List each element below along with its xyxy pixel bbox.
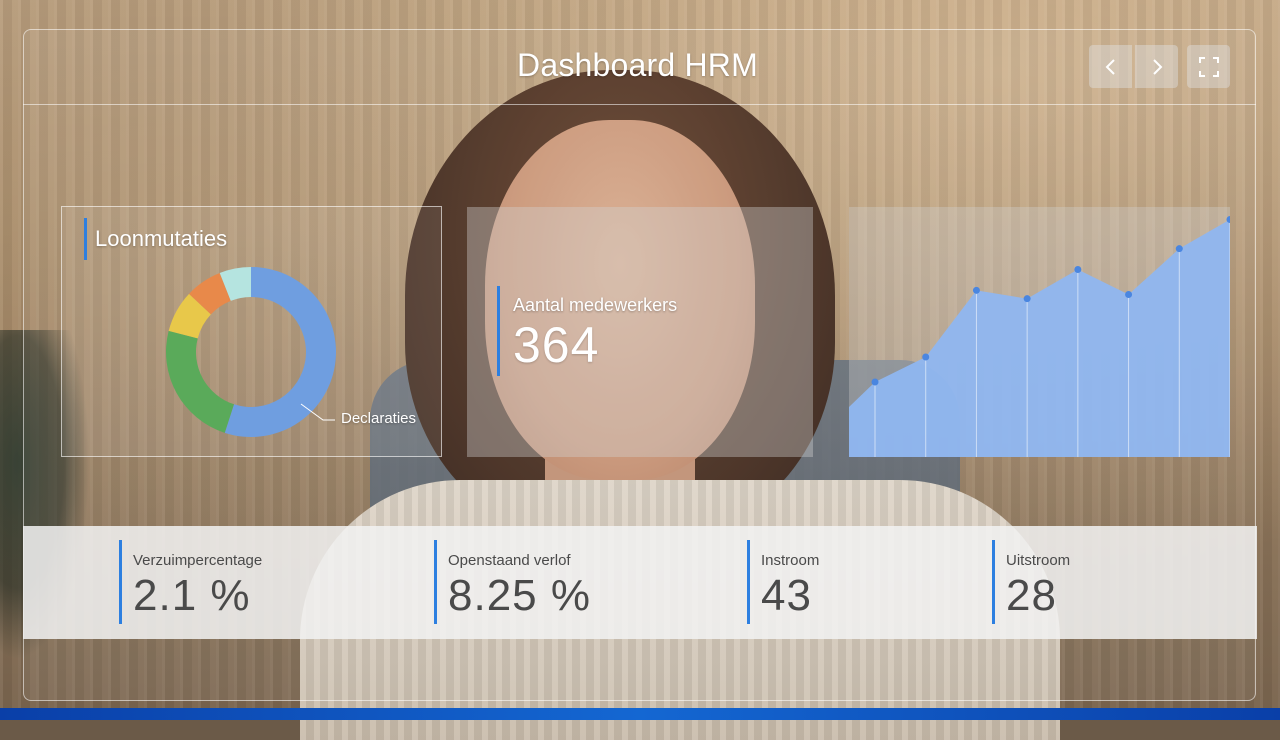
kpi-value: 2.1 % <box>133 571 251 620</box>
kpi-instroom[interactable]: Instroom 43 <box>747 540 977 624</box>
data-point[interactable] <box>1023 295 1031 303</box>
kpi-verlof[interactable]: Openstaand verlof 8.25 % <box>434 540 734 624</box>
medewerkers-label: Aantal medewerkers <box>513 295 678 315</box>
next-button[interactable] <box>1135 45 1178 88</box>
chevron-left-icon <box>1105 58 1115 75</box>
data-point[interactable] <box>922 353 930 361</box>
data-point[interactable] <box>871 378 879 386</box>
data-point[interactable] <box>1175 245 1183 253</box>
page-title: Dashboard HRM <box>517 47 758 83</box>
kpi-value: 43 <box>761 571 812 620</box>
kpi-accent <box>434 540 437 624</box>
data-point[interactable] <box>1074 266 1082 273</box>
area-fill <box>849 219 1230 457</box>
trend-chart-card[interactable] <box>849 207 1230 457</box>
loonmutaties-title: Loonmutaties <box>95 226 228 251</box>
kpi-value: 8.25 % <box>448 571 591 620</box>
kpi-label: Openstaand verlof <box>448 552 571 569</box>
medewerkers-value: 364 <box>513 317 600 373</box>
kpi-uitstroom[interactable]: Uitstroom 28 <box>992 540 1222 624</box>
loonmutaties-accent <box>84 218 87 260</box>
trend-area-chart <box>849 216 1230 457</box>
kpi-label: Uitstroom <box>1006 552 1071 569</box>
kpi-label: Instroom <box>761 552 820 569</box>
kpi-accent <box>747 540 750 624</box>
previous-button[interactable] <box>1089 45 1132 88</box>
kpi-verzuim[interactable]: Verzuimpercentage 2.1 % <box>119 540 419 624</box>
data-point[interactable] <box>972 286 980 294</box>
kpi-accent <box>119 540 122 624</box>
header-divider <box>23 104 1256 105</box>
kpi-accent <box>992 540 995 624</box>
chevron-right-icon <box>1152 58 1162 75</box>
declaraties-label: Declaraties <box>341 410 417 427</box>
bottom-accent-bar <box>0 708 1280 720</box>
data-point[interactable] <box>1125 291 1133 298</box>
kpi-label: Verzuimpercentage <box>133 552 263 569</box>
fullscreen-icon <box>1198 56 1219 77</box>
kpi-value: 28 <box>1006 571 1057 620</box>
medewerkers-accent <box>497 286 500 376</box>
fullscreen-button[interactable] <box>1187 45 1230 88</box>
